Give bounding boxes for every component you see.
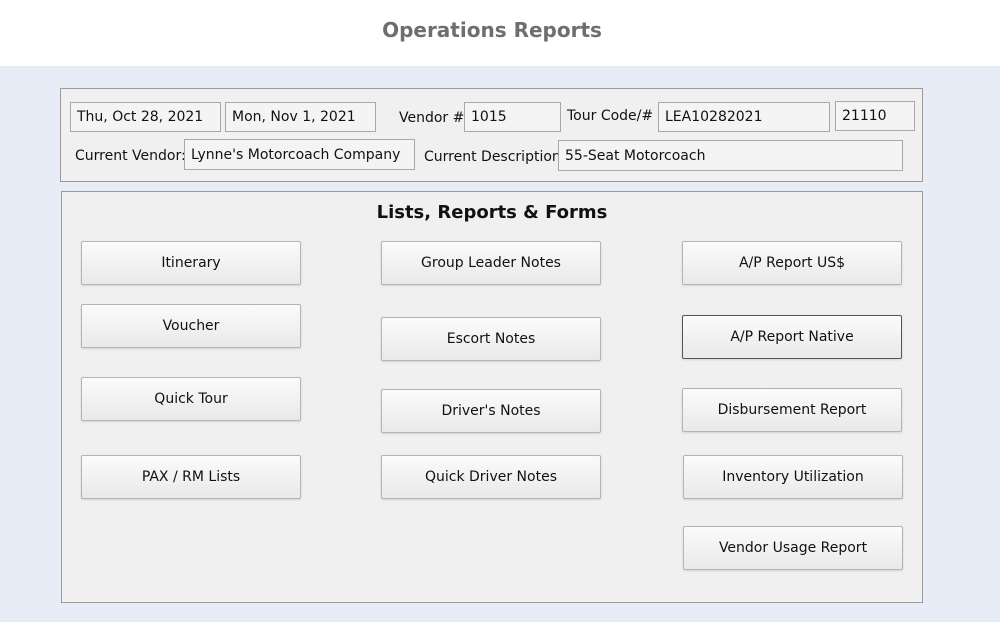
group-leader-notes-button[interactable]: Group Leader Notes: [381, 241, 601, 285]
page-title: Operations Reports: [382, 18, 602, 42]
current-vendor-label: Current Vendor:: [75, 148, 186, 164]
end-date-field[interactable]: Mon, Nov 1, 2021: [225, 102, 376, 132]
reports-panel: Lists, Reports & Forms Itinerary Voucher…: [61, 191, 923, 603]
current-vendor-field[interactable]: Lynne's Motorcoach Company: [184, 139, 415, 170]
current-description-field[interactable]: 55-Seat Motorcoach: [558, 140, 903, 171]
tour-number-field[interactable]: 21110: [835, 101, 915, 131]
quick-tour-button[interactable]: Quick Tour: [81, 377, 301, 421]
vendor-usage-report-button[interactable]: Vendor Usage Report: [683, 526, 903, 570]
itinerary-button[interactable]: Itinerary: [81, 241, 301, 285]
vendor-number-label: Vendor #: [399, 110, 465, 126]
current-description-label: Current Description:: [424, 149, 566, 165]
tour-code-label: Tour Code/#: [567, 108, 654, 124]
quick-driver-notes-button[interactable]: Quick Driver Notes: [381, 455, 601, 499]
escort-notes-button[interactable]: Escort Notes: [381, 317, 601, 361]
page-header: Operations Reports: [0, 0, 1000, 66]
ap-report-us-button[interactable]: A/P Report US$: [682, 241, 902, 285]
drivers-notes-button[interactable]: Driver's Notes: [381, 389, 601, 433]
tour-info-panel: Thu, Oct 28, 2021 Mon, Nov 1, 2021 Vendo…: [60, 88, 923, 182]
voucher-button[interactable]: Voucher: [81, 304, 301, 348]
vendor-number-field[interactable]: 1015: [464, 102, 561, 132]
start-date-field[interactable]: Thu, Oct 28, 2021: [70, 102, 221, 132]
reports-section-title: Lists, Reports & Forms: [376, 202, 608, 223]
inventory-utilization-button[interactable]: Inventory Utilization: [683, 455, 903, 499]
pax-rm-lists-button[interactable]: PAX / RM Lists: [81, 455, 301, 499]
tour-code-field[interactable]: LEA10282021: [658, 102, 830, 132]
disbursement-report-button[interactable]: Disbursement Report: [682, 388, 902, 432]
ap-report-native-button[interactable]: A/P Report Native: [682, 315, 902, 359]
